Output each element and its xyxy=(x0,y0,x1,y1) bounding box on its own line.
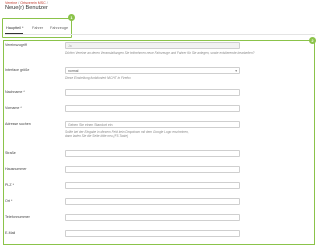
interface-value: normal xyxy=(68,69,79,73)
adresse-help-2: dann laden Sie die Seite bitte neu (F5-T… xyxy=(65,134,129,138)
ort-input[interactable] xyxy=(65,198,240,205)
telefon-label: Telefonnummer xyxy=(5,215,30,219)
vereinszugriff-value: Ja xyxy=(68,44,72,48)
annotation-badge-2: 2 xyxy=(309,37,316,44)
vereinszugriff-select: Ja xyxy=(65,42,240,49)
strasse-label: Straße xyxy=(5,151,16,155)
hausnummer-input[interactable] xyxy=(65,166,240,173)
strasse-input[interactable] xyxy=(65,150,240,157)
interface-help: Diese Einstellung funktioniert NICHT in … xyxy=(65,76,131,80)
email-label: E-Mail xyxy=(5,231,16,235)
page-title: Neue(r) Benutzer xyxy=(5,5,48,11)
ort-label: Ort * xyxy=(5,199,13,203)
adresse-label: Adresse suchen xyxy=(5,122,31,126)
plz-input[interactable] xyxy=(65,182,240,189)
annotation-badge-1: 1 xyxy=(68,14,75,21)
adresse-search-input[interactable]: Geben Sie einen Standort ein xyxy=(65,121,240,128)
interface-select[interactable]: normal ▾ xyxy=(65,67,240,74)
plz-label: PLZ * xyxy=(5,183,14,187)
tabs-divider xyxy=(5,34,315,35)
telefon-input[interactable] xyxy=(65,214,240,221)
vereinszugriff-help: Dürfen Vereine an deren Veranstaltungen … xyxy=(65,51,255,55)
vorname-input[interactable] xyxy=(65,105,240,112)
nachname-label: Nachname * xyxy=(5,90,25,94)
chevron-down-icon: ▾ xyxy=(235,69,237,73)
vorname-label: Vorname * xyxy=(5,106,22,110)
adresse-placeholder: Geben Sie einen Standort ein xyxy=(68,123,113,127)
tab-hauptteil[interactable]: Hauptteil * xyxy=(6,26,24,31)
interface-label: Interface größe xyxy=(5,68,30,72)
tab-fahrzeuge[interactable]: Fahrzeuge xyxy=(50,26,68,31)
vereinszugriff-label: Vereinszugriff xyxy=(5,43,27,47)
tab-fahrer[interactable]: Fahrer xyxy=(32,26,43,31)
hausnummer-label: Hausnummer xyxy=(5,167,27,171)
nachname-input[interactable] xyxy=(65,89,240,96)
email-input[interactable] xyxy=(65,230,240,237)
